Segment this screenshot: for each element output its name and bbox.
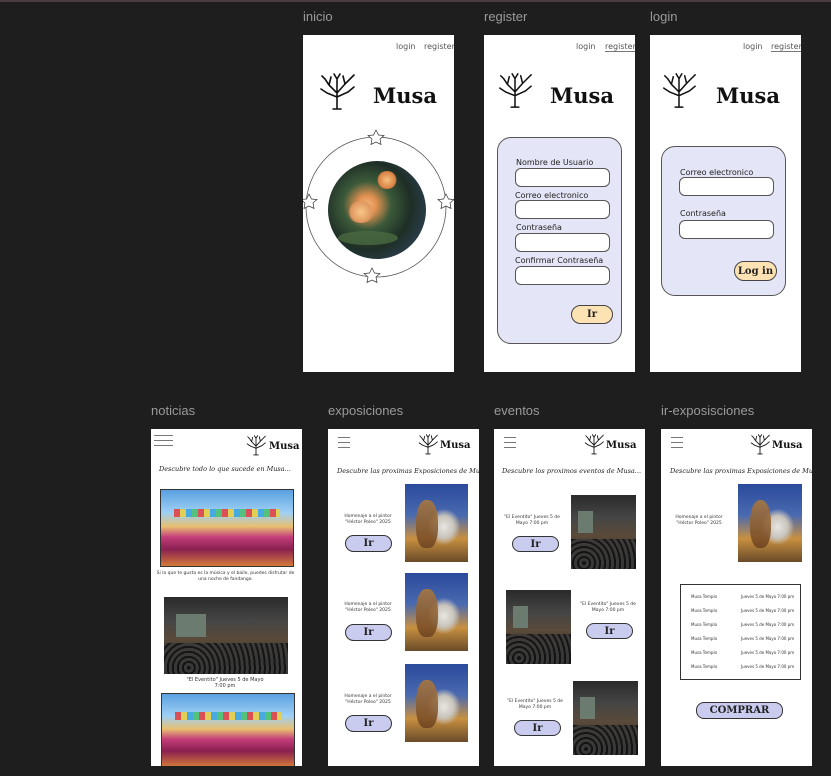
exhibition-ir-button[interactable]: Ir [345, 715, 392, 732]
hamburger-menu-icon[interactable] [338, 437, 350, 452]
tree-logo-icon [317, 71, 357, 111]
login-frame: login register Musa Correo electronico C… [650, 35, 801, 372]
eventos-frame: Musa Descubre los proximos eventos de Mu… [494, 429, 645, 766]
ir-exposisciones-frame: Musa Descubre las proximas Exposiciones … [661, 429, 812, 766]
hamburger-menu-icon[interactable] [504, 437, 516, 452]
schedule-date: Jueves 5 de Mayo 7:00 pm [741, 664, 795, 669]
confirm-password-label: Confirmar Contraseña [515, 256, 604, 265]
brand-title: Musa [440, 440, 471, 451]
page-intro: Descubre las proximas Exposiciones de Mu… [337, 467, 479, 475]
schedule-venue: Musa Templo [691, 650, 718, 655]
exhibition-text: Homenaje a el pintor "Héctor Poleo" 2025 [344, 602, 392, 613]
frame-label-login: login [650, 9, 678, 24]
schedule-venue: Musa Templo [691, 636, 718, 641]
news-dance-image-2[interactable] [161, 693, 295, 766]
news-caption-event: "El Eventito" Jueves 5 de Mayo 7:00 pm [186, 677, 264, 690]
tree-logo-icon [749, 433, 771, 455]
register-frame: login register Musa Nombre de Usuario Co… [484, 35, 635, 372]
tree-logo-icon [496, 71, 534, 109]
event-ir-button[interactable]: Ir [586, 623, 633, 639]
frame-label-register: register [484, 9, 528, 24]
brand-title: Musa [716, 83, 780, 108]
password-input[interactable] [679, 220, 774, 239]
event-text: "El Eventito" Jueves 5 de Mayo 7:00 pm [507, 699, 563, 710]
exhibition-ir-button[interactable]: Ir [345, 535, 392, 552]
page-intro: Descubre todo lo que sucede en Musa... [159, 465, 291, 473]
schedule-date: Jueves 5 de Mayo 7:00 pm [741, 622, 795, 627]
frame-label-inicio: inicio [303, 9, 333, 24]
news-dance-image[interactable] [160, 489, 294, 567]
brand-title: Musa [772, 440, 803, 451]
username-label: Nombre de Usuario [516, 158, 594, 167]
event-ir-button[interactable]: Ir [514, 720, 561, 736]
brand-title: Musa [373, 83, 437, 108]
exhibition-text: Homenaje a el pintor "Héctor Poleo" 2025 [344, 694, 392, 705]
register-form-panel: Nombre de Usuario Correo electronico Con… [497, 137, 622, 344]
tree-logo-icon [417, 433, 439, 455]
brand-title: Musa [269, 441, 300, 452]
event-photo-image[interactable] [506, 590, 571, 664]
exhibition-painting-image[interactable] [405, 573, 468, 651]
exhibition-painting-image[interactable] [405, 484, 468, 562]
inicio-frame: login register Musa [303, 35, 454, 372]
confirm-password-input[interactable] [515, 266, 610, 285]
nav-login-link[interactable]: login [396, 42, 416, 51]
nav-register-link[interactable]: register [771, 42, 801, 52]
schedule-date: Jueves 5 de Mayo 7:00 pm [741, 636, 795, 641]
email-label: Correo electronico [515, 191, 589, 200]
nav-register-link[interactable]: register [605, 42, 635, 52]
tree-logo-icon [245, 434, 267, 456]
username-input[interactable] [515, 168, 610, 187]
page-intro: Descubre los proximos eventos de Musa... [502, 467, 642, 475]
email-input[interactable] [679, 177, 774, 196]
exhibition-ir-button[interactable]: Ir [345, 624, 392, 641]
event-text: "El Eventito" Jueves 5 de Mayo 7:00 pm [580, 602, 636, 613]
page-intro: Descubre las proximas Exposiciones de Mu… [670, 467, 812, 475]
brand-title: Musa [606, 440, 637, 451]
hamburger-menu-icon[interactable] [671, 437, 683, 452]
schedule-date: Jueves 5 de Mayo 7:00 pm [741, 608, 795, 613]
nav-register-link[interactable]: register [424, 42, 454, 51]
noticias-frame: Musa Descubre todo lo que sucede en Musa… [151, 429, 302, 766]
hero-painting-image [328, 161, 426, 259]
login-submit-button[interactable]: Log in [734, 261, 777, 281]
schedule-table: Musa Templo Jueves 5 de Mayo 7:00 pm Mus… [680, 584, 801, 680]
brand-title: Musa [550, 83, 614, 108]
news-caption-dance: Si lo que te gusta es la música y el bai… [156, 571, 295, 582]
exhibition-painting-image[interactable] [738, 484, 802, 562]
email-label: Correo electronico [680, 168, 754, 177]
schedule-venue: Musa Templo [691, 608, 718, 613]
exhibition-text: Homenaje a el pintor "Héctor Poleo" 2025 [675, 515, 723, 526]
frame-label-noticias: noticias [151, 403, 196, 418]
event-photo-image[interactable] [571, 495, 636, 569]
schedule-venue: Musa Templo [691, 664, 718, 669]
frame-label-eventos: eventos [494, 403, 540, 418]
event-ir-button[interactable]: Ir [512, 536, 559, 552]
nav-login-link[interactable]: login [743, 42, 763, 51]
schedule-date: Jueves 5 de Mayo 7:00 pm [741, 594, 795, 599]
login-form-panel: Correo electronico Contraseña Log in [661, 146, 786, 296]
news-event-image[interactable] [164, 597, 288, 674]
event-photo-image[interactable] [573, 681, 638, 755]
register-submit-button[interactable]: Ir [571, 305, 613, 324]
hamburger-menu-icon[interactable] [154, 435, 173, 450]
nav-login-link[interactable]: login [576, 42, 596, 51]
tree-logo-icon [660, 71, 698, 109]
schedule-date: Jueves 5 de Mayo 7:00 pm [741, 650, 795, 655]
event-text: "El Eventito" Jueves 5 de Mayo 7:00 pm [504, 515, 560, 526]
schedule-venue: Musa Templo [691, 594, 718, 599]
top-edge-line [0, 0, 831, 2]
email-input[interactable] [515, 200, 610, 219]
frame-label-ir-exposisciones: ir-exposisciones [661, 403, 755, 418]
exposiciones-frame: Musa Descubre las proximas Exposiciones … [328, 429, 479, 766]
exhibition-text: Homenaje a el pintor "Héctor Poleo" 2025 [344, 514, 392, 525]
tree-logo-icon [583, 433, 605, 455]
exhibition-painting-image[interactable] [405, 664, 468, 742]
password-label: Contraseña [516, 223, 562, 232]
schedule-venue: Musa Templo [691, 622, 718, 627]
buy-button[interactable]: COMPRAR [696, 702, 783, 719]
frame-label-exposiciones: exposiciones [328, 403, 404, 418]
password-input[interactable] [515, 233, 610, 252]
password-label: Contraseña [680, 209, 726, 218]
